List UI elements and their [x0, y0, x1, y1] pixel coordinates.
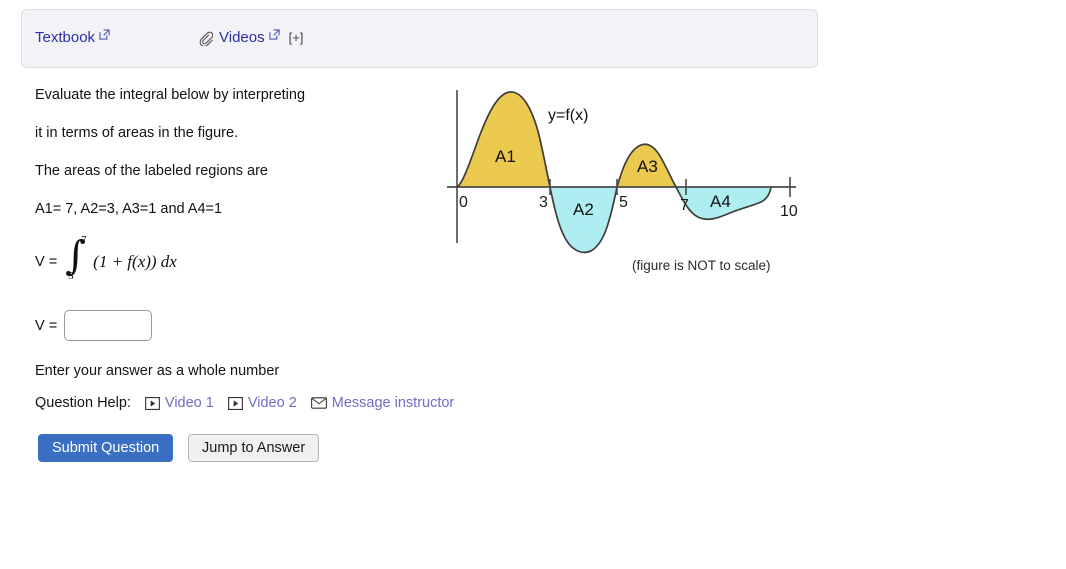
- resource-banner: Textbook Videos [+]: [21, 9, 818, 68]
- video-icon: [227, 396, 243, 410]
- integral-upper-limit: 7: [81, 234, 87, 246]
- submit-question-button[interactable]: Submit Question: [38, 434, 174, 462]
- integrand: (1 + f(x)) dx: [93, 252, 177, 271]
- function-graph-figure: 0 3 5 7 10 A1 A2 A3 A4 y=f(x): [440, 80, 820, 285]
- answer-input[interactable]: [64, 310, 153, 341]
- external-link-icon: [99, 29, 110, 40]
- integral-lhs-label: V =: [35, 254, 58, 270]
- help-link-label: Video 2: [247, 395, 297, 411]
- integral-sign-group: ∫ 7 3: [63, 234, 89, 284]
- external-link-icon: [268, 29, 280, 40]
- region-label-a2: A2: [573, 200, 594, 219]
- region-a1-fill: [457, 91, 550, 187]
- question-help-label: Question Help:: [35, 395, 131, 411]
- paperclip-icon: [198, 31, 214, 47]
- question-help-row: Question Help: Video 1 Video 2 Message i…: [35, 395, 468, 411]
- region-label-a1: A1: [495, 147, 516, 166]
- textbook-link[interactable]: Textbook: [35, 29, 110, 46]
- integral-lower-limit: 3: [68, 270, 74, 282]
- videos-label: Videos: [219, 29, 265, 46]
- expand-videos-toggle[interactable]: [+]: [289, 30, 304, 45]
- help-link-message-instructor[interactable]: Message instructor: [310, 395, 455, 411]
- help-link-video-2[interactable]: Video 2: [227, 395, 297, 411]
- help-link-label: Video 1: [164, 395, 214, 411]
- integral-expression: V = ∫ 7 3 (1 + f(x)) dx: [35, 234, 177, 284]
- mail-icon: [310, 397, 327, 409]
- answer-row: V =: [35, 310, 153, 341]
- question-line-1: Evaluate the integral below by interpret…: [35, 87, 306, 103]
- textbook-label: Textbook: [35, 29, 96, 46]
- jump-to-answer-button[interactable]: Jump to Answer: [188, 434, 320, 462]
- region-label-a4: A4: [710, 192, 731, 211]
- integral-math: ∫ 7 3 (1 + f(x)) dx: [63, 234, 177, 284]
- tick-label-0: 0: [459, 194, 468, 211]
- videos-link[interactable]: Videos [+]: [198, 29, 304, 47]
- question-line-3: The areas of the labeled regions are: [35, 163, 268, 179]
- curve-label: y=f(x): [548, 107, 588, 124]
- question-line-2: it in terms of areas in the figure.: [35, 125, 239, 141]
- help-link-video-1[interactable]: Video 1: [144, 395, 214, 411]
- figure-caption: (figure is NOT to scale): [632, 258, 771, 273]
- help-link-label: Message instructor: [331, 395, 455, 411]
- region-label-a3: A3: [637, 157, 658, 176]
- answer-label: V =: [35, 317, 58, 334]
- region-a2-fill: [551, 187, 617, 253]
- tick-label-3: 3: [539, 194, 548, 211]
- video-icon: [144, 396, 160, 410]
- answer-hint: Enter your answer as a whole number: [35, 363, 280, 379]
- question-areas-values: A1= 7, A2=3, A3=1 and A4=1: [35, 201, 223, 217]
- tick-label-5: 5: [619, 194, 628, 211]
- tick-label-7: 7: [680, 197, 689, 214]
- tick-label-10: 10: [780, 203, 798, 220]
